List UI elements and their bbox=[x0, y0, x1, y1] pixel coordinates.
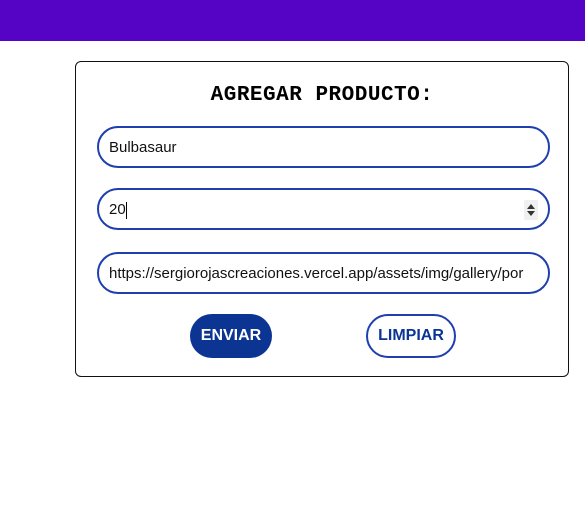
submit-button[interactable]: ENVIAR bbox=[190, 314, 272, 358]
product-image-url-field[interactable] bbox=[97, 252, 550, 294]
text-caret bbox=[126, 202, 127, 219]
number-spinner[interactable] bbox=[524, 200, 538, 220]
form-title: AGREGAR PRODUCTO: bbox=[210, 84, 434, 107]
product-name-field[interactable] bbox=[97, 126, 550, 168]
top-navbar bbox=[0, 0, 585, 41]
product-name-input[interactable] bbox=[99, 128, 548, 166]
add-product-form: AGREGAR PRODUCTO: ENVIAR LIMPIAR bbox=[75, 61, 569, 377]
product-price-field[interactable] bbox=[97, 188, 550, 230]
product-price-input[interactable] bbox=[99, 190, 548, 228]
product-image-url-input[interactable] bbox=[99, 254, 548, 292]
clear-button[interactable]: LIMPIAR bbox=[366, 314, 456, 358]
spin-up-icon[interactable] bbox=[527, 204, 535, 209]
spin-down-icon[interactable] bbox=[527, 211, 535, 216]
